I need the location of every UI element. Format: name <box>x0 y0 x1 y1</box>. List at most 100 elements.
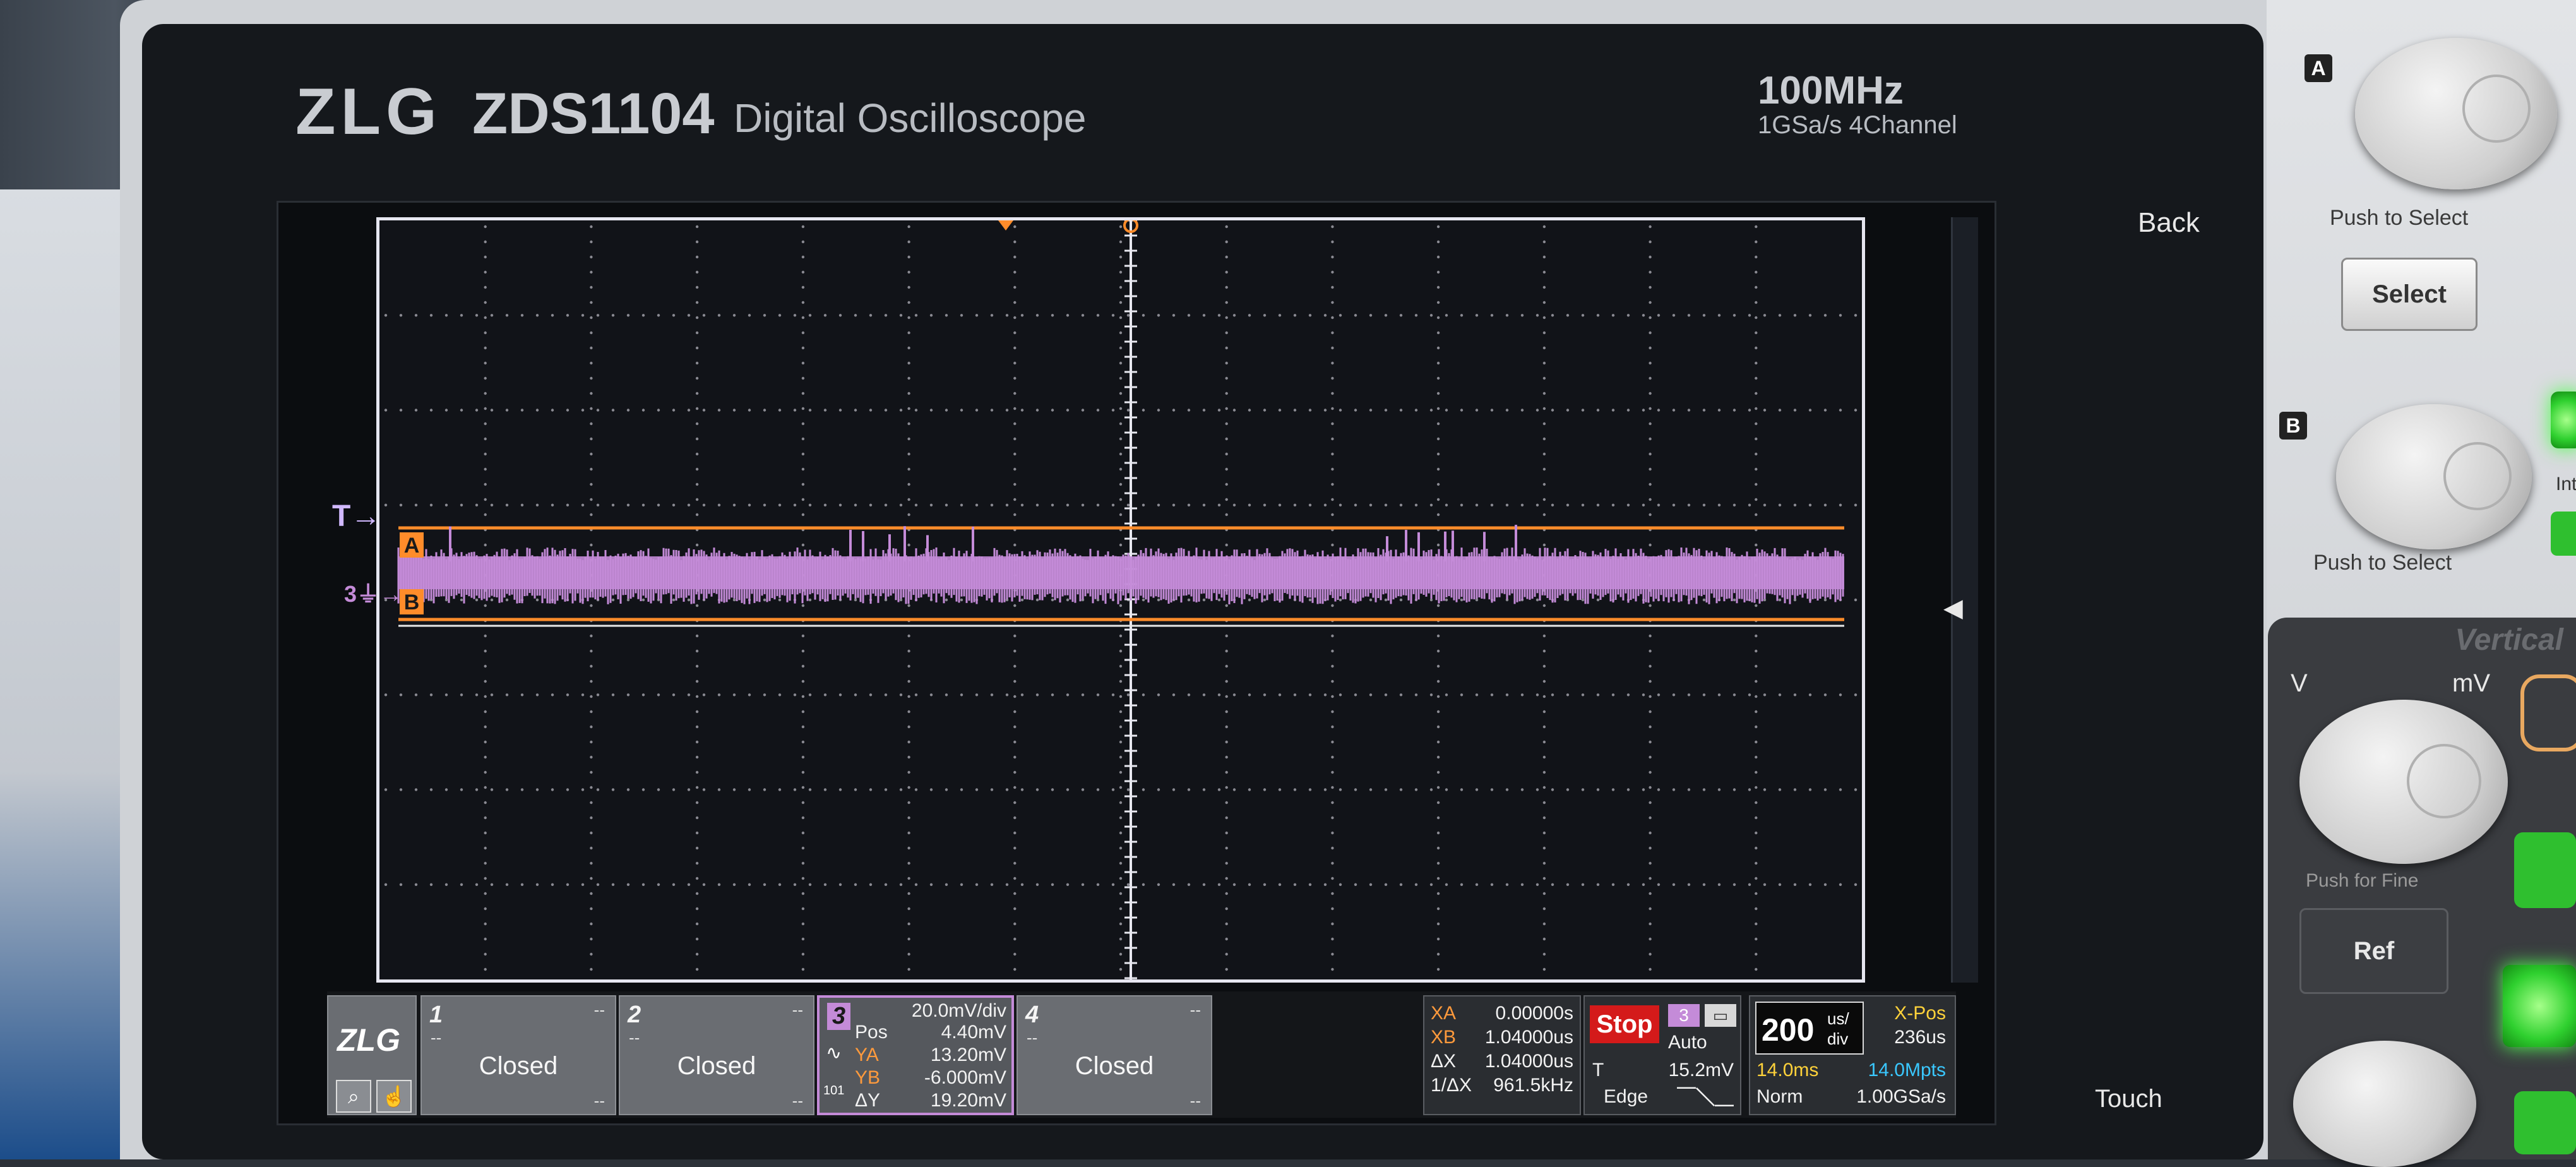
grid-dot <box>1414 788 1418 791</box>
grid-dot <box>429 788 433 791</box>
grid-dot <box>1172 314 1176 317</box>
grid-dot <box>1293 693 1297 697</box>
grid-dot <box>1066 409 1070 412</box>
grid-dot <box>1732 598 1736 602</box>
grid-dot <box>484 361 487 365</box>
cursor-readout-panel[interactable]: XA 0.00000s XB 1.04000us ΔX 1.04000us 1/… <box>1423 995 1581 1115</box>
grid-dot <box>1035 693 1039 697</box>
grid-dot <box>695 740 699 744</box>
grid-dot <box>1142 409 1145 412</box>
grid-dot <box>460 693 463 697</box>
grid-dot <box>929 409 933 412</box>
grid-dot <box>590 816 593 820</box>
grid-dot <box>1013 634 1017 638</box>
grid-dot <box>1436 679 1440 683</box>
grid-dot <box>672 503 676 506</box>
knob-b[interactable] <box>2336 404 2532 549</box>
knob-a[interactable] <box>2355 38 2557 189</box>
trigger-level-marker[interactable]: T→ <box>332 499 381 534</box>
grid-dot <box>641 883 645 887</box>
grid-dot <box>929 883 933 887</box>
grid-dot <box>566 314 569 317</box>
grid-dot <box>1248 409 1251 412</box>
channel-3-panel[interactable]: 3 20.0mV/div Pos 4.40mV YA 13.20mV YB -6… <box>817 995 1014 1115</box>
grid-dot <box>1013 422 1017 426</box>
grid-dot <box>1005 693 1009 697</box>
grid-dot <box>1748 883 1751 887</box>
grid-dot <box>748 788 751 791</box>
grid-dot <box>907 498 910 501</box>
grid-dot <box>1414 409 1418 412</box>
grid-dot <box>1542 831 1546 835</box>
search-icon[interactable]: ⌕ <box>336 1080 371 1113</box>
grid-dot <box>801 513 805 517</box>
grid-dot <box>1399 503 1403 506</box>
grid-dot <box>1542 543 1546 547</box>
touch-lock-icon[interactable]: ☝ <box>376 1080 412 1113</box>
ref-button[interactable]: Ref <box>2299 908 2448 994</box>
grid-dot <box>484 846 487 850</box>
grid-dot <box>960 409 963 412</box>
grid-dot <box>1732 883 1736 887</box>
grid-dot <box>590 513 593 517</box>
trigger-position-marker[interactable] <box>998 220 1013 230</box>
channel-4-panel[interactable]: 4 -- -- Closed -- <box>1017 995 1212 1115</box>
ch3-offset-marker[interactable]: 3⏚→ <box>344 576 402 609</box>
grid-dot <box>695 634 699 638</box>
channel-1-ring-button[interactable] <box>2520 674 2576 751</box>
grid-dot <box>1649 543 1652 547</box>
cursor-a-label: A <box>404 534 420 558</box>
grid-dot <box>1429 788 1433 791</box>
vertical-position-knob[interactable] <box>2293 1041 2476 1167</box>
channel-2-panel[interactable]: 2 -- -- Closed -- <box>619 995 814 1115</box>
grid-dot <box>1225 452 1228 456</box>
waveform-display[interactable]: A B <box>376 217 1865 983</box>
select-button[interactable]: Select <box>2341 258 2478 331</box>
grid-dot <box>590 755 593 759</box>
grid-dot <box>1436 422 1440 426</box>
grid-dot <box>1172 788 1176 791</box>
grid-dot <box>1490 409 1494 412</box>
run-stop-badge[interactable]: Stop <box>1590 1005 1659 1043</box>
zlg-menu-panel[interactable]: ZLG ⌕ ☝ <box>327 995 417 1115</box>
grid-dot <box>1005 883 1009 887</box>
grid-dot <box>975 883 979 887</box>
grid-dot <box>801 664 805 668</box>
grid-dot <box>884 788 888 791</box>
grid-dot <box>1142 693 1145 697</box>
grid-dot <box>1157 693 1160 697</box>
channel-3-enable-button[interactable] <box>2503 965 2576 1047</box>
run-trigger-panel[interactable]: Stop 3 ▭ Auto T 15.2mV Edge ⎺╲⎽ <box>1583 995 1741 1115</box>
back-softkey[interactable]: Back <box>2138 207 2200 239</box>
vertical-scale-knob[interactable] <box>2299 700 2508 864</box>
timebase-panel[interactable]: 200 us/ div X-Pos 236us 14.0ms 14.0Mpts … <box>1749 995 1956 1115</box>
grid-dot <box>838 788 842 791</box>
grid-dot <box>1763 788 1767 791</box>
channel-4-button[interactable] <box>2514 1091 2576 1154</box>
grid-dot <box>1755 270 1758 274</box>
grid-dot <box>1436 664 1440 668</box>
collapse-arrow-icon[interactable]: ◀ <box>1943 594 1963 623</box>
grid-dot <box>590 467 593 471</box>
grid-dot <box>1225 755 1228 759</box>
grid-dot <box>1225 392 1228 395</box>
grid-dot <box>801 604 805 607</box>
green-button-mid[interactable] <box>2551 512 2576 556</box>
channel-1-panel[interactable]: 1 -- -- Closed -- <box>420 995 616 1115</box>
grid-dot <box>1490 788 1494 791</box>
cursor-b-label: B <box>404 590 420 614</box>
grid-dot <box>1331 331 1334 335</box>
grid-dot <box>657 503 660 506</box>
timebase-scale-box[interactable]: 200 us/ div <box>1755 1002 1864 1055</box>
channel-2-button[interactable] <box>2514 832 2576 908</box>
green-button-top[interactable] <box>2551 392 2576 448</box>
grid-dot <box>823 409 827 412</box>
grid-dot <box>1225 786 1228 789</box>
touch-softkey[interactable]: Touch <box>2095 1085 2162 1113</box>
grid-dot <box>1339 598 1342 602</box>
grid-dot <box>1763 503 1767 506</box>
grid-dot <box>590 861 593 865</box>
grid-dot <box>1119 452 1123 456</box>
grid-dot <box>869 883 873 887</box>
grid-dot <box>1119 770 1123 774</box>
